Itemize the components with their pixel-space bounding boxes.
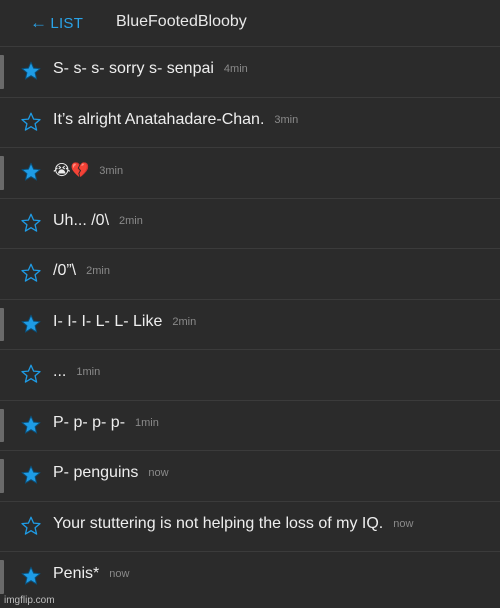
message-row[interactable]: Your stuttering is not helping the loss … [0,500,500,552]
own-message-indicator [0,55,4,89]
message-text: P- p- p- p- 1min [53,414,159,432]
star-filled-icon[interactable] [21,566,41,586]
star-filled-icon[interactable] [21,465,41,485]
header-bar: ← LIST BlueFootedBlooby [0,0,500,46]
message-row[interactable]: S- s- s- sorry s- senpai 4min [0,46,500,97]
message-row[interactable]: P- penguins now [0,450,500,501]
message-body: Your stuttering is not helping the loss … [53,514,384,532]
own-message-indicator [0,560,4,594]
message-text: P- penguins now [53,464,169,482]
star-filled-icon[interactable] [21,415,41,435]
message-row[interactable]: /0”\ 2min [0,248,500,299]
message-body: I- I- I- L- L- Like [53,312,163,330]
message-timestamp: 1min [135,416,159,429]
star-outline-icon[interactable] [21,263,41,283]
message-body: P- p- p- p- [53,413,126,431]
message-row[interactable]: ... 1min [0,349,500,400]
message-row[interactable]: I- I- I- L- L- Like 2min [0,298,500,350]
message-timestamp: 2min [172,315,197,328]
message-timestamp: 3min [274,113,299,126]
message-text: /0”\ 2min [53,262,110,280]
back-label: LIST [50,15,84,32]
message-text: S- s- s- sorry s- senpai 4min [53,60,248,78]
message-text: 😭💔 3min [53,161,123,180]
message-body: P- penguins [53,464,139,481]
message-body: S- s- s- sorry s- senpai [53,60,214,77]
message-text: I- I- I- L- L- Like 2min [53,313,196,331]
message-timestamp: now [393,517,414,530]
message-timestamp: 4min [223,63,248,75]
star-filled-icon[interactable] [21,162,41,182]
back-arrow-icon: ← [30,13,48,32]
star-outline-icon[interactable] [21,516,41,536]
message-timestamp: 2min [119,214,143,227]
message-body: ... [53,363,67,380]
star-filled-icon[interactable] [21,314,41,334]
back-to-list-button[interactable]: ← LIST [30,13,83,33]
message-body: 😭💔 [53,162,90,179]
message-row[interactable]: Uh... /0\ 2min [0,197,500,249]
message-timestamp: now [148,467,169,479]
message-text: Your stuttering is not helping the loss … [53,515,413,533]
message-timestamp: 2min [86,265,110,277]
own-message-indicator [0,408,4,442]
watermark: imgflip.com [4,595,55,606]
star-outline-icon[interactable] [21,213,41,233]
message-row[interactable]: Penis* now [0,551,500,602]
message-row[interactable]: 😭💔 3min [0,147,500,198]
message-timestamp: 3min [99,165,124,177]
message-body: Uh... /0\ [53,211,110,229]
message-text: It’s alright Anatahadare-Chan. 3min [53,111,298,129]
own-message-indicator [0,307,4,341]
message-list: S- s- s- sorry s- senpai 4min It’s alright… [0,46,500,602]
message-row[interactable]: It’s alright Anatahadare-Chan. 3min [0,96,500,148]
star-outline-icon[interactable] [21,112,41,132]
own-message-indicator [0,459,4,493]
message-text: Uh... /0\ 2min [53,212,143,230]
message-body: Penis* [53,565,100,582]
message-text: Penis* now [53,565,129,583]
chat-title: BlueFootedBlooby [116,13,247,30]
message-row[interactable]: P- p- p- p- 1min [0,399,500,451]
message-timestamp: now [109,568,130,580]
star-filled-icon[interactable] [21,61,41,81]
message-body: /0”\ [53,262,77,279]
message-timestamp: 1min [76,366,101,378]
own-message-indicator [0,156,4,190]
message-text: ... 1min [53,363,100,381]
message-body: It’s alright Anatahadare-Chan. [53,110,265,128]
star-outline-icon[interactable] [21,364,41,384]
